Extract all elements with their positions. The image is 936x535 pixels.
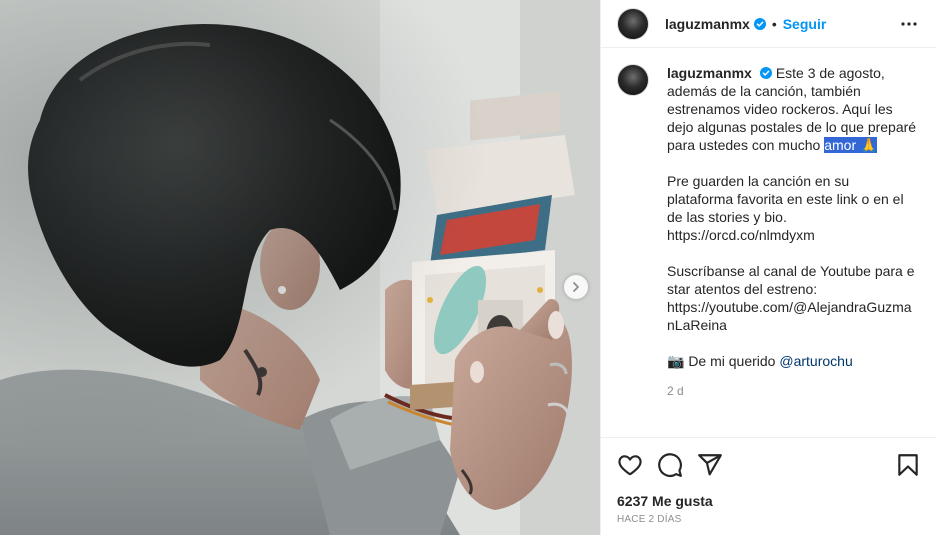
next-image-button[interactable] [564, 275, 588, 299]
more-options-icon[interactable] [897, 12, 921, 36]
post-caption: laguzmanmx Este 3 de agosto, además de la… [617, 64, 925, 424]
post-actions [601, 437, 936, 491]
chevron-right-icon [573, 282, 579, 292]
caption-highlighted-text: amor 🙏 [824, 137, 878, 153]
caption-avatar[interactable] [617, 64, 649, 96]
post-side-panel: laguzmanmx • Seguir laguzmanmx Este 3 de … [600, 0, 936, 535]
mention-link[interactable]: @arturochu [779, 353, 852, 369]
caption-credit: 📷 De mi querido @arturochu [667, 352, 917, 370]
like-count[interactable]: 6237 Me gusta [617, 493, 713, 509]
caption-text-p2: Pre guarden la canción en su plataforma … [667, 173, 904, 243]
post-header: laguzmanmx • Seguir [601, 0, 936, 48]
header-username[interactable]: laguzmanmx [665, 16, 750, 32]
post-photo[interactable] [0, 0, 600, 535]
caption-username[interactable]: laguzmanmx [667, 65, 752, 81]
caption-time: 2 d [667, 384, 684, 398]
send-icon[interactable] [697, 452, 723, 478]
comment-icon[interactable] [657, 452, 683, 478]
caption-text-p3: Suscríbanse al canal de Youtube para est… [667, 263, 915, 333]
avatar[interactable] [617, 7, 649, 40]
bookmark-icon[interactable] [895, 452, 921, 478]
post-date: Hace 2 días [617, 514, 682, 525]
verified-badge-icon [759, 67, 772, 79]
caption-body: laguzmanmx Este 3 de agosto, además de la… [667, 64, 917, 400]
caption-credit-text: 📷 De mi querido [667, 353, 780, 369]
verified-badge-icon [753, 17, 766, 30]
heart-icon[interactable] [617, 452, 643, 478]
follow-button[interactable]: Seguir [783, 16, 827, 32]
photo-vignette [0, 0, 600, 535]
header-separator: • [771, 15, 777, 32]
